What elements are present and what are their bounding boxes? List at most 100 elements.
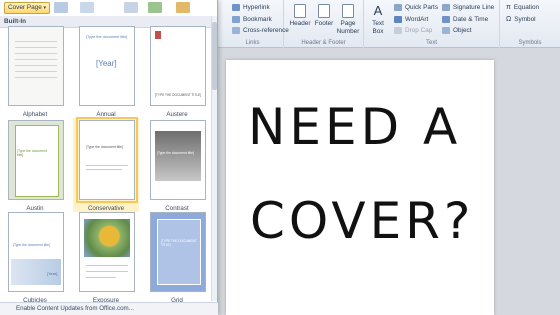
object-button[interactable]: Object	[442, 27, 471, 34]
quick-parts-button[interactable]: Quick Parts	[394, 4, 438, 11]
symbol-label: Symbol	[514, 16, 536, 23]
table-icon[interactable]	[54, 2, 68, 13]
cover-tile-austere[interactable]: [TYPE THE DOCUMENT TITLE] Austere	[144, 24, 210, 118]
cover-tile-exposure[interactable]: Exposure	[73, 210, 139, 304]
page-number-label-1: Page	[340, 20, 356, 27]
cover-tile-contrast[interactable]: [Type the document title] Contrast	[144, 118, 210, 212]
document-page[interactable]: NEED A COVER?	[226, 60, 494, 315]
object-icon	[442, 27, 450, 34]
austin-thumbnail: [Type the document title]	[8, 120, 64, 200]
footer-button[interactable]: Footer	[312, 4, 336, 28]
cover-page-gallery: Cover Page ▾ Built-In Alphabet [Type the…	[0, 0, 218, 315]
cover-tile-conservative[interactable]: [Type the document title] Conservative	[73, 117, 139, 212]
cross-reference-label: Cross-reference	[243, 27, 289, 34]
text-box-button[interactable]: A Text Box	[366, 4, 390, 36]
alphabet-thumbnail	[8, 26, 64, 106]
chart-icon[interactable]	[176, 2, 190, 13]
pi-icon: π	[506, 4, 511, 11]
cubicles-title: [Type the document title]	[13, 243, 50, 247]
footer-icon	[318, 4, 330, 18]
contrast-thumbnail: [Type the document title]	[150, 120, 206, 200]
links-group: Hyperlink Bookmark Cross-reference Links	[222, 0, 289, 48]
page-number-button[interactable]: Page Number	[336, 4, 360, 36]
text-group-label: Text	[425, 40, 437, 46]
cover-tile-annual[interactable]: [Type the document title] [Year] Annual	[73, 24, 139, 118]
exposure-thumbnail	[79, 212, 135, 292]
annual-thumbnail: [Type the document title] [Year]	[79, 26, 135, 106]
equation-button[interactable]: π Equation	[506, 4, 539, 11]
cubicles-year: [Year]	[47, 271, 58, 276]
symbol-button[interactable]: Ω Symbol	[506, 16, 536, 23]
tile-caption: Austere	[166, 111, 188, 118]
wordart-label: WordArt	[405, 16, 429, 23]
hyperlink-label: Hyperlink	[243, 4, 270, 11]
date-time-label: Date & Time	[453, 16, 489, 23]
picture-icon[interactable]	[80, 2, 94, 13]
cross-reference-button[interactable]: Cross-reference	[232, 27, 289, 34]
date-time-button[interactable]: Date & Time	[442, 16, 488, 23]
cover-tile-alphabet[interactable]: Alphabet	[2, 24, 68, 118]
hyperlink-button[interactable]: Hyperlink	[232, 4, 270, 11]
symbols-group: π Equation Ω Symbol Symbols	[500, 0, 560, 48]
cover-tile-austin[interactable]: [Type the document title] Austin	[2, 118, 68, 212]
enable-content-updates-link[interactable]: Enable Content Updates from Office.com..…	[0, 302, 218, 315]
grid-title: [TYPE THE DOCUMENT TITLE]	[161, 239, 197, 247]
conservative-title: [Type the document title]	[86, 145, 123, 149]
header-icon	[294, 4, 306, 18]
footer-label: Footer	[314, 20, 334, 27]
ribbon-strip-behind-gallery	[52, 2, 214, 14]
page-number-label-2: Number	[336, 28, 360, 35]
wordart-button[interactable]: WordArt	[394, 16, 428, 23]
tile-caption: Annual	[96, 111, 116, 118]
text-box-label-2: Box	[372, 28, 384, 35]
annual-title: [Type the document title]	[86, 35, 128, 39]
text-box-label-1: Text	[372, 20, 384, 27]
calendar-icon	[442, 16, 450, 23]
text-group: A Text Box Quick Parts WordArt Drop Cap …	[364, 0, 500, 48]
shapes-icon[interactable]	[148, 2, 162, 13]
drop-cap-label: Drop Cap	[405, 27, 433, 34]
sunflower-image	[84, 219, 130, 257]
austere-thumbnail: [TYPE THE DOCUMENT TITLE]	[150, 26, 206, 106]
page-number-icon	[342, 4, 354, 18]
contrast-title: [Type the document title]	[157, 151, 194, 155]
heading-line-1: NEED A	[248, 98, 462, 156]
gallery-scrollbar-thumb[interactable]	[212, 22, 217, 90]
cover-page-label: Cover Page	[8, 4, 42, 11]
grid-thumbnail: [TYPE THE DOCUMENT TITLE]	[150, 212, 206, 292]
cubicles-thumbnail: [Type the document title] [Year]	[8, 212, 64, 292]
wordart-icon	[394, 16, 402, 23]
hyperlink-icon	[232, 4, 240, 11]
header-button[interactable]: Header	[288, 4, 312, 28]
cover-page-button[interactable]: Cover Page ▾	[4, 2, 50, 14]
text-box-icon: A	[373, 3, 383, 18]
austere-title: [TYPE THE DOCUMENT TITLE]	[155, 93, 202, 97]
symbols-group-label: Symbols	[518, 40, 542, 46]
quick-parts-label: Quick Parts	[405, 4, 439, 11]
object-label: Object	[453, 27, 472, 34]
austin-title: [Type the document title]	[17, 149, 47, 157]
header-footer-group: Header Footer Page Number Header & Foote…	[284, 0, 364, 48]
clip-art-icon[interactable]	[124, 2, 138, 13]
cover-tile-grid[interactable]: [TYPE THE DOCUMENT TITLE] Grid	[144, 210, 210, 304]
annual-year: [Year]	[96, 59, 117, 68]
header-footer-group-label: Header & Footer	[301, 40, 346, 46]
conservative-thumbnail: [Type the document title]	[76, 117, 138, 203]
cover-tile-cubicles[interactable]: [Type the document title] [Year] Cubicle…	[2, 210, 68, 304]
enable-content-updates-label: Enable Content Updates from Office.com..…	[16, 305, 134, 312]
drop-cap-button[interactable]: Drop Cap	[394, 27, 432, 34]
document-area: NEED A COVER?	[218, 48, 560, 315]
tile-caption: Alphabet	[22, 111, 48, 118]
equation-label: Equation	[513, 4, 540, 11]
gallery-scrollbar[interactable]	[211, 16, 217, 301]
cross-reference-icon	[232, 27, 240, 34]
bookmark-icon	[232, 16, 240, 23]
signature-line-button[interactable]: Signature Line	[442, 4, 494, 11]
omega-icon: Ω	[506, 16, 512, 23]
heading-line-2: COVER?	[250, 192, 475, 250]
signature-line-label: Signature Line	[453, 4, 495, 11]
bookmark-button[interactable]: Bookmark	[232, 16, 272, 23]
quick-parts-icon	[394, 4, 402, 11]
chevron-down-icon: ▾	[43, 5, 47, 11]
drop-cap-icon	[394, 27, 402, 34]
